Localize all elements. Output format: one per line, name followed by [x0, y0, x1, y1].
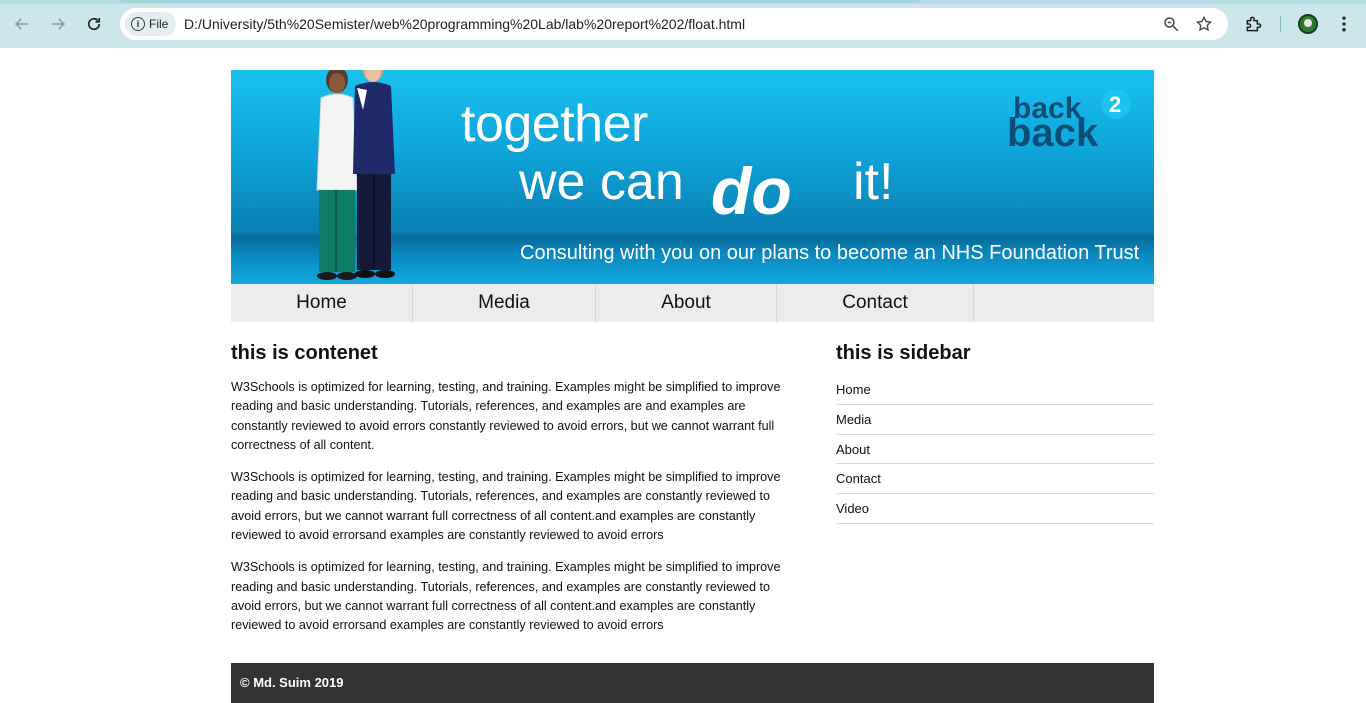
sidebar-link-video[interactable]: Video — [836, 494, 1154, 524]
banner-headline-line2-end: it! — [853, 153, 894, 211]
content-paragraph: W3Schools is optimized for learning, tes… — [231, 380, 781, 452]
sidebar-link-list: Home Media About Contact Video — [836, 375, 1154, 524]
more-vert-icon[interactable] — [1334, 14, 1354, 34]
nav-item-about[interactable]: About — [596, 284, 777, 322]
main-nav: Home Media About Contact — [231, 284, 1154, 322]
sidebar-link-contact[interactable]: Contact — [836, 464, 1154, 495]
site-info-label: File — [149, 17, 169, 31]
browser-toolbar: i File D:/University/5th%20Semister/web%… — [0, 0, 1366, 48]
banner-headline-line1: together — [461, 95, 648, 153]
reload-button[interactable] — [82, 12, 106, 36]
nav-item-home[interactable]: Home — [231, 284, 413, 322]
sidebar-link-media[interactable]: Media — [836, 405, 1154, 435]
sidebar-link-about[interactable]: About — [836, 435, 1154, 465]
banner-headline-line2-start: we can — [519, 153, 684, 211]
main-content: this is contenet W3Schools is optimized … — [231, 342, 803, 649]
zoom-icon[interactable] — [1162, 15, 1180, 33]
arrow-right-icon — [52, 18, 66, 30]
reload-icon — [87, 17, 101, 31]
content-paragraph: W3Schools is optimized for learning, tes… — [231, 560, 781, 633]
banner-do-mark: do — [711, 160, 792, 224]
header-banner: together we can do it! Consulting with y… — [231, 70, 1154, 284]
url-text[interactable]: D:/University/5th%20Semister/web%20progr… — [184, 16, 745, 32]
svg-text:do: do — [711, 160, 792, 224]
sidebar-link-home[interactable]: Home — [836, 375, 1154, 405]
back2back-logo: 2 back back — [1007, 89, 1131, 148]
page-footer: © Md. Suim 2019 — [231, 663, 1154, 703]
page-container: together we can do it! Consulting with y… — [231, 48, 1154, 703]
banner-tagline: Consulting with you on our plans to beco… — [520, 242, 1140, 264]
toolbar-divider — [1280, 16, 1281, 32]
profile-avatar[interactable] — [1298, 14, 1318, 34]
footer-copyright: © Md. Suim 2019 — [240, 675, 344, 690]
sidebar-heading: this is sidebar — [836, 342, 971, 364]
nav-item-media[interactable]: Media — [413, 284, 596, 322]
extensions-puzzle-icon[interactable] — [1244, 14, 1264, 34]
svg-text:2: 2 — [1109, 92, 1121, 117]
staff-figures-image — [316, 70, 395, 280]
back-button[interactable] — [10, 12, 34, 36]
nav-item-contact[interactable]: Contact — [777, 284, 974, 322]
forward-button[interactable] — [46, 12, 70, 36]
active-tab-edge — [120, 0, 920, 3]
site-info-chip[interactable]: i File — [125, 12, 177, 36]
sidebar: this is sidebar Home Media About Contact… — [836, 342, 1154, 524]
content-heading: this is contenet — [231, 342, 378, 364]
bookmark-star-icon[interactable] — [1195, 15, 1213, 33]
info-icon: i — [131, 17, 145, 31]
arrow-left-icon — [14, 18, 28, 30]
svg-text:back: back — [1007, 111, 1099, 148]
address-bar[interactable]: i File D:/University/5th%20Semister/web%… — [120, 8, 1228, 40]
content-paragraph: W3Schools is optimized for learning, tes… — [231, 470, 781, 543]
